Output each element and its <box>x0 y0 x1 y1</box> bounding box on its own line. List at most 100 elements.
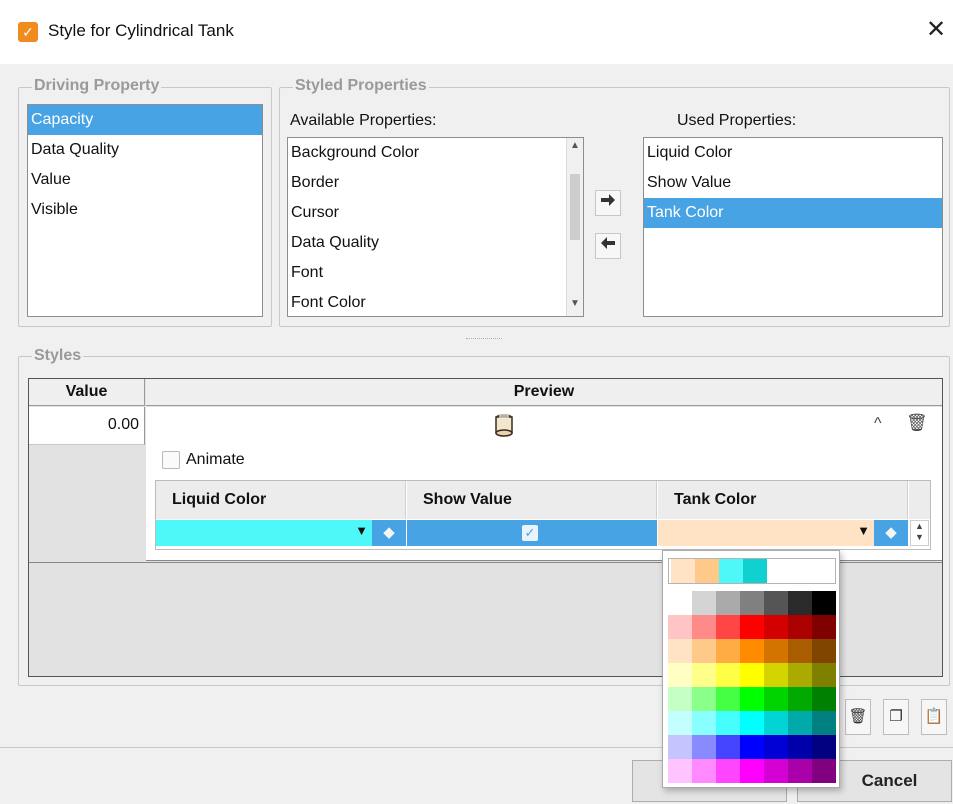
palette-color-swatch[interactable] <box>812 591 836 615</box>
palette-color-swatch[interactable] <box>764 735 788 759</box>
recent-color-swatch[interactable] <box>719 559 743 583</box>
available-properties-list[interactable]: Background Color Border Cursor Data Qual… <box>287 137 584 317</box>
palette-color-swatch[interactable] <box>740 759 764 783</box>
palette-color-swatch[interactable] <box>740 639 764 663</box>
palette-color-swatch[interactable] <box>668 759 692 783</box>
palette-color-swatch[interactable] <box>812 663 836 687</box>
show-value-checkbox[interactable]: ✓ <box>522 525 538 541</box>
prop-header-liquid-color[interactable]: Liquid Color <box>156 481 406 519</box>
palette-color-swatch[interactable] <box>788 687 812 711</box>
palette-color-swatch[interactable] <box>668 591 692 615</box>
palette-color-swatch[interactable] <box>788 615 812 639</box>
prop-header-tank-color[interactable]: Tank Color <box>658 481 908 519</box>
recent-color-swatch[interactable] <box>743 559 767 583</box>
palette-color-swatch[interactable] <box>740 711 764 735</box>
palette-color-swatch[interactable] <box>692 687 716 711</box>
animate-checkbox[interactable] <box>162 451 180 469</box>
column-header-value[interactable]: Value <box>29 379 145 406</box>
palette-color-swatch[interactable] <box>788 639 812 663</box>
available-item[interactable]: Font Color <box>288 288 583 316</box>
palette-color-swatch[interactable] <box>740 663 764 687</box>
palette-color-swatch[interactable] <box>716 711 740 735</box>
palette-color-swatch[interactable] <box>716 735 740 759</box>
driving-item-visible[interactable]: Visible <box>28 195 262 225</box>
palette-color-swatch[interactable] <box>692 711 716 735</box>
palette-color-swatch[interactable] <box>692 591 716 615</box>
palette-color-swatch[interactable] <box>764 591 788 615</box>
driving-item-capacity[interactable]: Capacity <box>28 105 262 135</box>
row-spinner[interactable]: ▲ ▼ <box>910 520 929 546</box>
palette-color-swatch[interactable] <box>716 639 740 663</box>
palette-color-swatch[interactable] <box>764 663 788 687</box>
palette-color-swatch[interactable] <box>788 711 812 735</box>
palette-color-swatch[interactable] <box>812 615 836 639</box>
palette-color-swatch[interactable] <box>812 711 836 735</box>
used-item[interactable]: Show Value <box>644 168 942 198</box>
palette-color-swatch[interactable] <box>692 663 716 687</box>
used-item[interactable]: Tank Color <box>644 198 942 228</box>
trash-icon[interactable]: 🗑 <box>906 413 928 433</box>
palette-color-swatch[interactable] <box>764 687 788 711</box>
copy-style-button[interactable]: ❐ <box>883 699 909 735</box>
palette-color-swatch[interactable] <box>764 711 788 735</box>
palette-color-swatch[interactable] <box>764 639 788 663</box>
palette-color-swatch[interactable] <box>668 639 692 663</box>
available-item[interactable]: Data Quality <box>288 228 583 258</box>
palette-color-swatch[interactable] <box>740 591 764 615</box>
tank-color-picker-button[interactable]: ◆ <box>874 520 908 546</box>
palette-color-swatch[interactable] <box>812 639 836 663</box>
palette-color-swatch[interactable] <box>716 591 740 615</box>
available-item[interactable]: Font <box>288 258 583 288</box>
paste-style-button[interactable]: 📋 <box>921 699 947 735</box>
driving-item-data-quality[interactable]: Data Quality <box>28 135 262 165</box>
palette-color-swatch[interactable] <box>788 735 812 759</box>
show-value-cell[interactable]: ✓ <box>407 520 657 546</box>
palette-color-swatch[interactable] <box>812 687 836 711</box>
palette-color-swatch[interactable] <box>764 759 788 783</box>
splitter-handle[interactable] <box>466 338 502 340</box>
palette-color-swatch[interactable] <box>788 591 812 615</box>
liquid-color-dropdown[interactable]: ▼ <box>156 520 372 546</box>
palette-color-swatch[interactable] <box>692 759 716 783</box>
used-item[interactable]: Liquid Color <box>644 138 942 168</box>
move-right-button[interactable] <box>595 190 621 216</box>
tank-color-dropdown[interactable]: ▼ <box>658 520 874 546</box>
palette-color-swatch[interactable] <box>668 735 692 759</box>
available-item[interactable]: Background Color <box>288 138 583 168</box>
scroll-down-icon[interactable]: ▼ <box>570 298 580 309</box>
recent-color-swatch[interactable] <box>695 559 719 583</box>
palette-color-swatch[interactable] <box>812 759 836 783</box>
scroll-up-icon[interactable]: ▲ <box>570 140 580 151</box>
palette-color-swatch[interactable] <box>788 663 812 687</box>
palette-color-swatch[interactable] <box>692 615 716 639</box>
palette-color-swatch[interactable] <box>692 735 716 759</box>
palette-color-swatch[interactable] <box>740 687 764 711</box>
palette-color-swatch[interactable] <box>692 639 716 663</box>
palette-color-swatch[interactable] <box>716 615 740 639</box>
driving-item-value[interactable]: Value <box>28 165 262 195</box>
close-icon[interactable]: ✕ <box>926 16 946 44</box>
palette-color-swatch[interactable] <box>788 759 812 783</box>
recent-color-swatch[interactable] <box>671 559 695 583</box>
palette-color-swatch[interactable] <box>668 615 692 639</box>
available-scrollbar[interactable]: ▲ ▼ <box>566 138 583 316</box>
palette-color-swatch[interactable] <box>668 687 692 711</box>
palette-color-swatch[interactable] <box>740 735 764 759</box>
palette-color-swatch[interactable] <box>764 615 788 639</box>
palette-color-swatch[interactable] <box>740 615 764 639</box>
palette-color-swatch[interactable] <box>812 735 836 759</box>
chevron-up-icon[interactable]: ^ <box>874 415 882 433</box>
palette-color-swatch[interactable] <box>716 687 740 711</box>
available-item[interactable]: Border <box>288 168 583 198</box>
palette-color-swatch[interactable] <box>716 663 740 687</box>
prop-header-show-value[interactable]: Show Value <box>407 481 657 519</box>
used-properties-list[interactable]: Liquid Color Show Value Tank Color <box>643 137 943 317</box>
available-item[interactable]: Cursor <box>288 198 583 228</box>
scrollbar-thumb[interactable] <box>570 174 580 240</box>
column-header-preview[interactable]: Preview <box>146 379 942 406</box>
delete-style-button[interactable]: 🗑 <box>845 699 871 735</box>
style-row-value-cell[interactable]: 0.00 <box>29 407 145 445</box>
palette-color-swatch[interactable] <box>716 759 740 783</box>
liquid-color-picker-button[interactable]: ◆ <box>372 520 406 546</box>
palette-color-swatch[interactable] <box>668 663 692 687</box>
